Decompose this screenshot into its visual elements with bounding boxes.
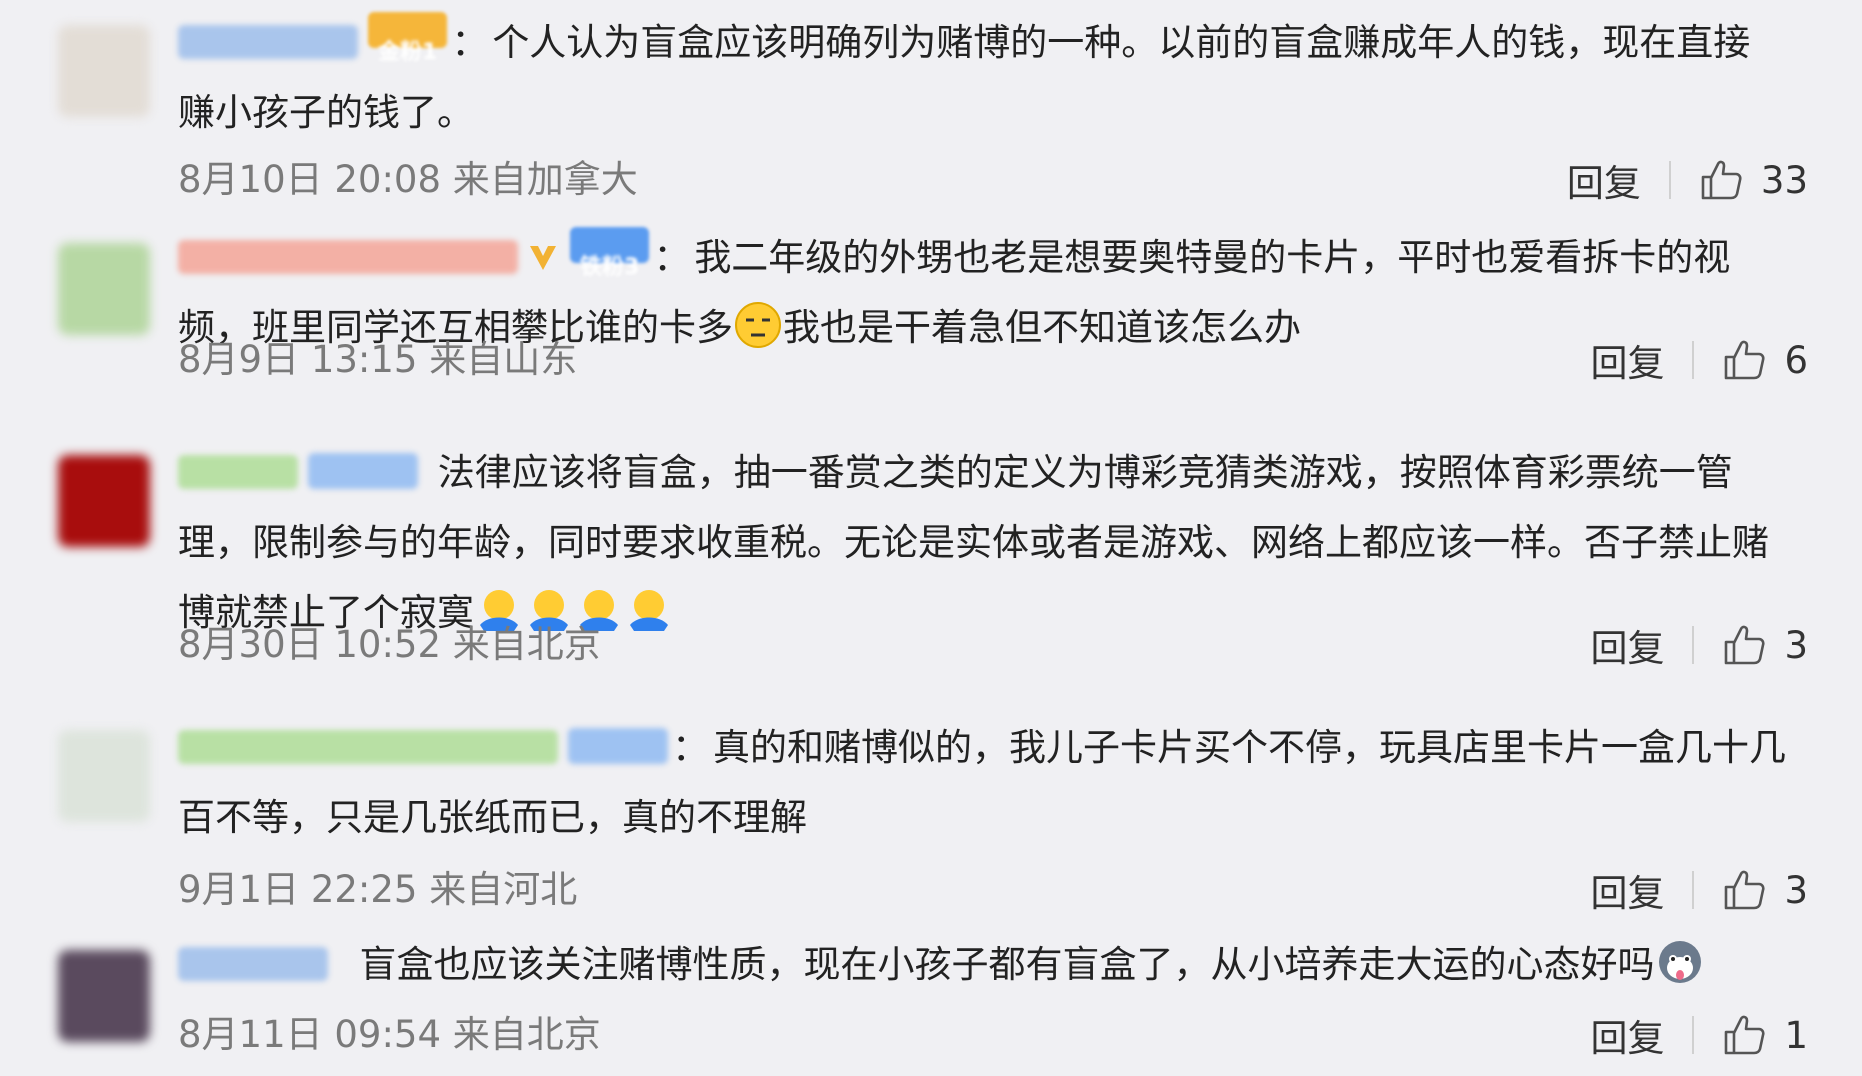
smirk-emoji-icon <box>735 302 781 348</box>
username-blurred[interactable] <box>178 947 328 981</box>
reply-button[interactable]: 回复 <box>1590 863 1664 917</box>
username-blurred[interactable] <box>178 25 358 59</box>
username-blurred[interactable] <box>178 455 298 489</box>
comment-meta: 8月10日 20:08 来自加拿大 <box>178 158 638 201</box>
like-count: 33 <box>1760 158 1808 202</box>
comment-actions: 回复 3 <box>1590 618 1808 672</box>
comment-meta: 8月9日 13:15 来自山东 <box>178 338 578 381</box>
comment-5: 盲盒也应该关注赌博性质，现在小孩子都有盲盒了，从小培养走大运的心态好吗 8月11… <box>0 930 1862 1076</box>
comment-text: 盲盒也应该关注赌博性质，现在小孩子都有盲盒了，从小培养走大运的心态好吗 <box>178 930 1802 1000</box>
fan-badge: 金粉1 <box>368 12 448 65</box>
thumbs-up-icon[interactable] <box>1699 158 1743 202</box>
comment-meta: 9月1日 22:25 来自河北 <box>178 868 578 911</box>
husky-emoji-icon <box>1658 941 1701 983</box>
avatar[interactable] <box>58 243 150 335</box>
comment-actions: 回复 1 <box>1590 1008 1808 1062</box>
like-count: 3 <box>1784 623 1808 667</box>
like-count: 6 <box>1784 338 1808 382</box>
divider <box>1692 341 1695 379</box>
avatar[interactable] <box>58 455 150 547</box>
fan-badge: 铁粉3 <box>570 227 650 280</box>
comment-actions: 回复 33 <box>1567 153 1808 207</box>
reply-button[interactable]: 回复 <box>1590 618 1664 672</box>
comment-text: ：真的和赌博似的，我儿子卡片买个不停，玩具店里卡片一盒几十几 百不等，只是几张纸… <box>178 726 1786 839</box>
fan-badge-blurred <box>308 453 418 489</box>
fan-badge-blurred <box>568 728 668 764</box>
comment-meta: 8月30日 10:52 来自北京 <box>178 623 601 666</box>
reply-button[interactable]: 回复 <box>1590 333 1664 387</box>
divider <box>1668 161 1671 199</box>
username-blurred[interactable] <box>178 240 518 274</box>
comment-4: ：真的和赌博似的，我儿子卡片买个不停，玩具店里卡片一盒几十几 百不等，只是几张纸… <box>0 705 1862 930</box>
like-count: 3 <box>1784 868 1808 912</box>
reply-button[interactable]: 回复 <box>1567 153 1641 207</box>
divider <box>1692 1016 1695 1054</box>
comment-text: 法律应该将盲盒，抽一番赏之类的定义为博彩竞猜类游戏，按照体育彩票统一管 理，限制… <box>178 451 1769 634</box>
avatar[interactable] <box>58 730 150 822</box>
avatar[interactable] <box>58 25 150 117</box>
comment-3: 法律应该将盲盒，抽一番赏之类的定义为博彩竞猜类游戏，按照体育彩票统一管 理，限制… <box>0 430 1862 700</box>
username-blurred[interactable] <box>178 730 558 764</box>
thumbs-up-icon[interactable] <box>1722 1013 1766 1057</box>
vip-icon <box>526 227 560 270</box>
comment-meta: 8月11日 09:54 来自北京 <box>178 1013 601 1056</box>
comment-text: 金粉1：个人认为盲盒应该明确列为赌博的一种。以前的盲盒赚成年人的钱，现在直接 赚… <box>178 8 1802 148</box>
comment-actions: 回复 6 <box>1590 333 1808 387</box>
like-count: 1 <box>1784 1013 1808 1057</box>
thumbs-up-icon[interactable] <box>1722 623 1766 667</box>
shrug-emoji-icon <box>630 590 668 631</box>
divider <box>1692 626 1695 664</box>
thumbs-up-icon[interactable] <box>1722 868 1766 912</box>
comment-2: 铁粉3：我二年级的外甥也老是想要奥特曼的卡片，平时也爱看拆卡的视 频，班里同学还… <box>0 215 1862 430</box>
reply-button[interactable]: 回复 <box>1590 1008 1664 1062</box>
divider <box>1692 871 1695 909</box>
comment-actions: 回复 3 <box>1590 863 1808 917</box>
comment-1: 金粉1：个人认为盲盒应该明确列为赌博的一种。以前的盲盒赚成年人的钱，现在直接 赚… <box>0 0 1862 210</box>
avatar[interactable] <box>58 950 150 1042</box>
thumbs-up-icon[interactable] <box>1722 338 1766 382</box>
